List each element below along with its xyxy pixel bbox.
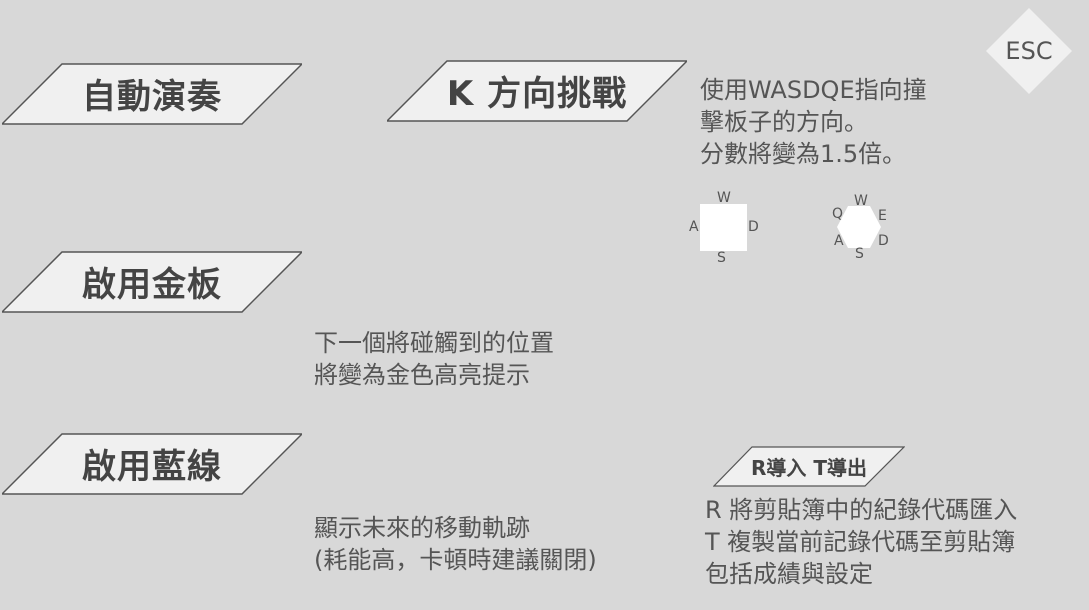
esc-button[interactable]: ESC (986, 8, 1072, 94)
golden-board-description: 下一個將碰觸到的位置 將變為金色高亮提示 (314, 327, 554, 391)
blue-line-button[interactable]: 啟用藍線 (2, 433, 302, 495)
direction-challenge-label: K 方向挑戰 (446, 73, 628, 114)
direction-desc-line-1: 使用WASDQE指向撞 (700, 76, 927, 104)
import-export-label: R導入 T導出 (750, 455, 867, 480)
key-s-hex-label: S (855, 246, 864, 262)
golden-desc-line-1: 下一個將碰觸到的位置 (314, 329, 554, 357)
key-a-label: A (689, 219, 699, 235)
key-w-hex-label: W (854, 193, 868, 209)
key-e-hex-label: E (878, 208, 887, 224)
blue-line-label: 啟用藍線 (82, 446, 222, 487)
wasd-square (700, 204, 747, 251)
golden-board-label: 啟用金板 (82, 264, 222, 305)
key-d-hex-label: D (878, 233, 889, 249)
autoplay-label: 自動演奏 (82, 76, 222, 117)
key-q-hex-label: Q (832, 206, 844, 222)
golden-desc-line-2: 將變為金色高亮提示 (314, 361, 530, 389)
blueline-desc-line-1: 顯示未來的移動軌跡 (314, 514, 530, 542)
blueline-desc-line-2: (耗能高，卡頓時建議關閉) (314, 546, 597, 574)
direction-challenge-description: 使用WASDQE指向撞 擊板子的方向。 分數將變為1.5倍。 (700, 74, 927, 170)
importexport-desc-line-3: 包括成績與設定 (705, 560, 873, 588)
key-a-hex-label: A (834, 233, 844, 249)
importexport-desc-line-2: T 複製當前記錄代碼至剪貼簿 (705, 528, 1016, 556)
key-s-label: S (717, 250, 726, 266)
importexport-desc-line-1: R 將剪貼簿中的紀錄代碼匯入 (705, 496, 1018, 524)
import-export-button[interactable]: R導入 T導出 (713, 446, 905, 487)
key-d-label: D (748, 219, 759, 235)
qweasd-key-diagram: W Q E A D S (826, 193, 906, 273)
blue-line-description: 顯示未來的移動軌跡 (耗能高，卡頓時建議關閉) (314, 512, 597, 576)
wasd-key-diagram: W A S D (688, 190, 768, 270)
golden-board-button[interactable]: 啟用金板 (2, 251, 302, 313)
autoplay-button[interactable]: 自動演奏 (2, 63, 302, 125)
direction-desc-line-3: 分數將變為1.5倍。 (700, 140, 907, 168)
import-export-description: R 將剪貼簿中的紀錄代碼匯入 T 複製當前記錄代碼至剪貼簿 包括成績與設定 (705, 494, 1017, 590)
esc-label: ESC (1005, 37, 1053, 65)
direction-desc-line-2: 擊板子的方向。 (700, 108, 868, 136)
direction-challenge-button[interactable]: K 方向挑戰 (387, 60, 687, 122)
key-w-label: W (717, 190, 731, 206)
